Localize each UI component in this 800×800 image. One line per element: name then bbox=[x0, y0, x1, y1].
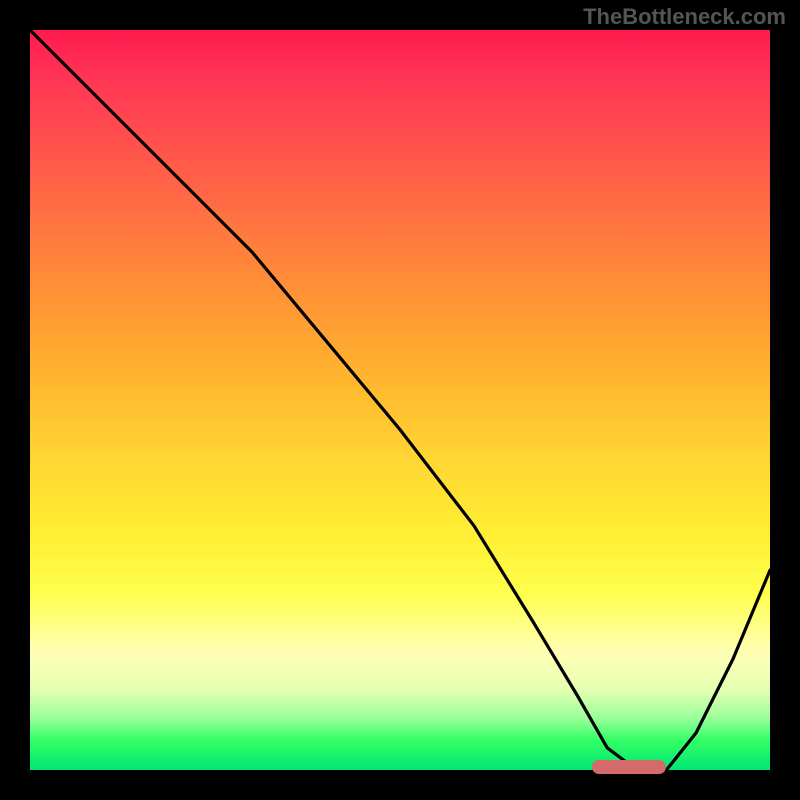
bottleneck-curve bbox=[30, 30, 770, 770]
optimal-range-marker bbox=[592, 760, 666, 774]
watermark-text: TheBottleneck.com bbox=[583, 4, 786, 30]
chart-plot-area bbox=[30, 30, 770, 770]
